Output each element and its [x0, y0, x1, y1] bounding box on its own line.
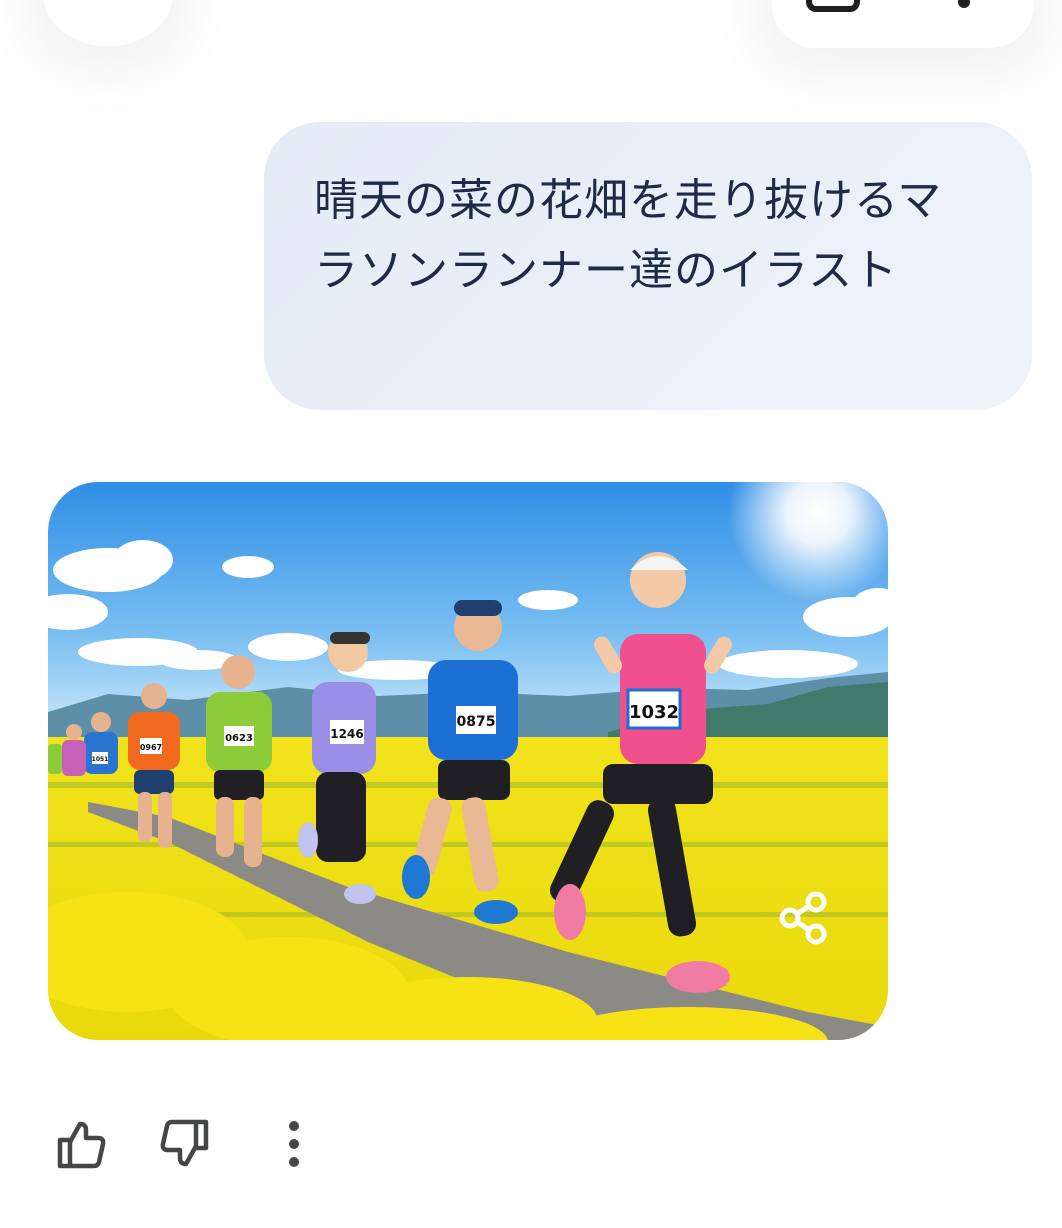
bib-0623: 0623 [225, 733, 253, 744]
top-actions-pill [772, 0, 1034, 48]
more-options-button[interactable] [254, 1104, 334, 1184]
response-actions [40, 1104, 360, 1184]
thumbs-up-icon [57, 1121, 106, 1169]
new-chat-icon[interactable] [806, 0, 860, 12]
share-button[interactable] [756, 870, 852, 966]
avatar-button[interactable] [44, 0, 172, 46]
more-vertical-icon [289, 1121, 299, 1167]
bib-0967: 0967 [140, 743, 162, 752]
generated-image[interactable]: 1032 0875 1246 0623 0967 1051 [48, 482, 888, 1040]
user-prompt-bubble: 晴天の菜の花畑を走り抜けるマラソンランナー達のイラスト [264, 122, 1032, 410]
user-prompt-text: 晴天の菜の花畑を走り抜けるマラソンランナー達のイラスト [314, 175, 943, 296]
more-vertical-icon[interactable] [958, 0, 970, 8]
marathon-illustration: 1032 0875 1246 0623 0967 1051 [48, 482, 888, 1040]
dislike-button[interactable] [146, 1104, 226, 1184]
bib-1051: 1051 [92, 756, 109, 763]
like-button[interactable] [40, 1104, 120, 1184]
share-icon [779, 891, 827, 945]
bib-1032: 1032 [629, 702, 679, 723]
bib-1246: 1246 [330, 727, 363, 741]
bib-0875: 0875 [457, 714, 496, 730]
thumbs-down-icon [160, 1119, 209, 1167]
